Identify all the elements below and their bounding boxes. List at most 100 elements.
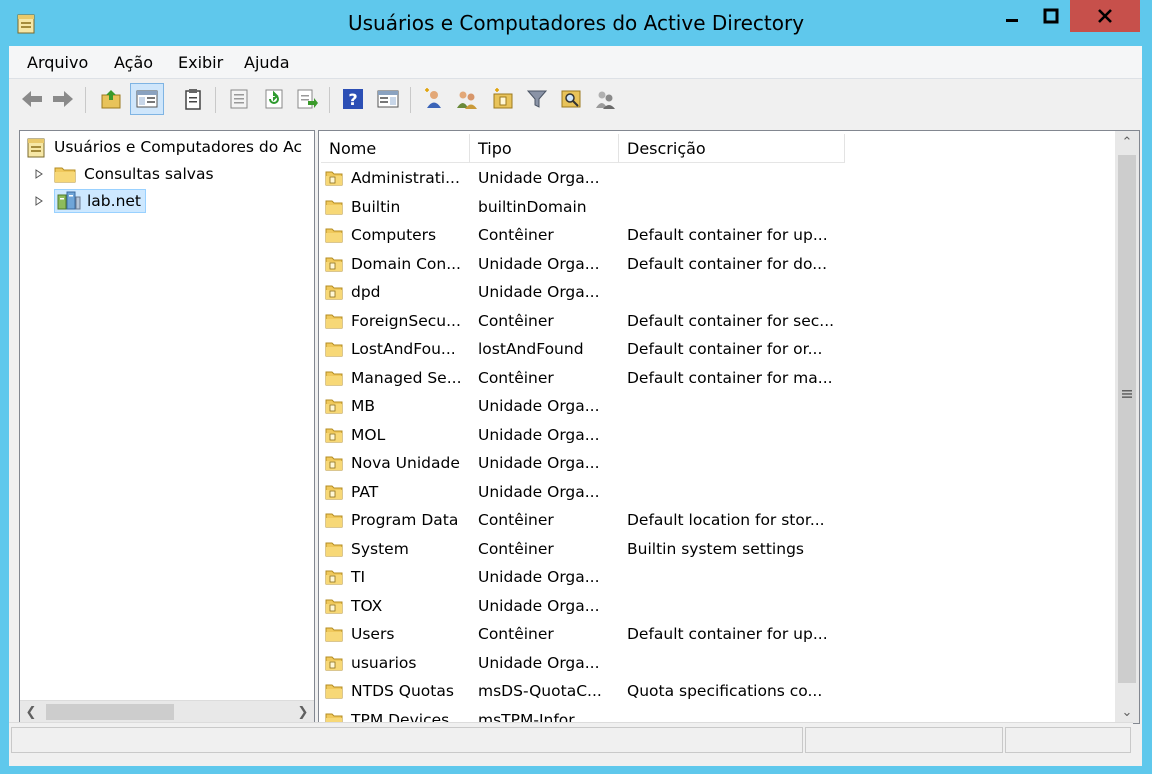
list-vertical-scrollbar[interactable]: ⌃ ⌄	[1115, 131, 1139, 723]
menu-bar: Arquivo Ação Exibir Ajuda	[9, 46, 1142, 79]
folder-icon	[325, 314, 343, 328]
close-button[interactable]	[1070, 0, 1140, 32]
forward-icon	[53, 91, 73, 107]
tree-item-label: lab.net	[87, 192, 142, 210]
tree-item-consultas-salvas[interactable]: Consultas salvas	[34, 161, 214, 187]
menu-exibir[interactable]: Exibir	[178, 53, 223, 72]
table-row[interactable]: ForeignSecu... Contêiner Default container…	[319, 307, 1105, 335]
organizational-unit-icon	[325, 456, 343, 471]
scrollbar-thumb[interactable]	[46, 704, 174, 720]
table-row[interactable]: dpd Unidade Orga...	[319, 278, 1105, 306]
table-row[interactable]: Managed Se... Contêiner Default container …	[319, 364, 1105, 392]
folder-icon	[325, 228, 343, 243]
properties-icon	[230, 89, 248, 109]
scroll-down-button[interactable]: ⌄	[1116, 701, 1138, 723]
row-type: Contêiner	[478, 539, 554, 558]
row-name: Administrati...	[351, 169, 460, 187]
expand-arrow-icon[interactable]	[34, 169, 44, 179]
action-pane-button[interactable]	[376, 87, 400, 111]
row-description: Default location for stor...	[627, 511, 825, 529]
scroll-up-button[interactable]: ⌃	[1116, 131, 1138, 153]
title-bar[interactable]: Usuários e Computadores do Active Direct…	[0, 0, 1152, 46]
table-row[interactable]: Users Contêiner Default container for up..…	[319, 620, 1105, 648]
column-header-tipo[interactable]: Tipo	[470, 134, 619, 163]
filter-icon	[526, 90, 548, 108]
chevron-left-icon: ❮	[25, 704, 37, 720]
row-type: Unidade Orga...	[478, 482, 600, 501]
table-row[interactable]: TPM Devices msTPM-Infor...	[319, 706, 1105, 723]
console-tree[interactable]: Usuários e Computadores do Ac Consultas …	[19, 130, 315, 724]
scroll-right-button[interactable]: ❯	[292, 701, 314, 723]
maximize-button[interactable]	[1034, 0, 1067, 32]
window-title: Usuários e Computadores do Active Direct…	[347, 11, 805, 35]
tree-horizontal-scrollbar[interactable]: ❮ ❯	[20, 700, 314, 723]
table-row[interactable]: MOL Unidade Orga...	[319, 421, 1105, 449]
clipboard-button[interactable]	[181, 87, 205, 111]
refresh-button[interactable]	[262, 87, 286, 111]
back-icon	[22, 91, 42, 107]
table-row[interactable]: System Contêiner Builtin system settings	[319, 535, 1105, 563]
domain-icon	[57, 191, 81, 210]
toolbar-separator	[410, 87, 411, 113]
svg-text:?: ?	[348, 90, 357, 109]
back-button[interactable]	[20, 87, 44, 111]
table-row[interactable]: PAT Unidade Orga...	[319, 478, 1105, 506]
details-list[interactable]: Nome Tipo Descrição Administrati... Unida…	[318, 130, 1140, 724]
menu-acao[interactable]: Ação	[114, 53, 153, 72]
properties-button[interactable]	[227, 87, 251, 111]
table-row[interactable]: Builtin builtinDomain	[319, 193, 1105, 221]
maximize-icon	[1043, 8, 1058, 24]
row-name: TOX	[351, 596, 383, 615]
table-row[interactable]: LostAndFou... lostAndFound Default contain…	[319, 335, 1105, 363]
tree-root-label: Usuários e Computadores do Ac	[54, 138, 303, 156]
up-one-level-button[interactable]	[99, 87, 123, 111]
table-row[interactable]: MB Unidade Orga...	[319, 392, 1105, 420]
export-list-button[interactable]	[295, 87, 319, 111]
row-type: Contêiner	[478, 226, 554, 244]
menu-ajuda[interactable]: Ajuda	[244, 53, 290, 72]
help-button[interactable]: ?	[341, 87, 365, 111]
new-user-button[interactable]	[422, 87, 446, 111]
organizational-unit-icon	[325, 428, 343, 442]
row-type: Contêiner	[478, 625, 554, 643]
delegate-control-button[interactable]	[594, 87, 618, 111]
table-row[interactable]: Program Data Contêiner Default location fo…	[319, 506, 1105, 534]
folder-icon	[325, 684, 343, 699]
table-row[interactable]: TI Unidade Orga...	[319, 563, 1105, 591]
table-row[interactable]: Domain Con... Unidade Orga... Default cont…	[319, 250, 1105, 278]
row-type: Unidade Orga...	[478, 283, 600, 301]
scrollbar-thumb[interactable]	[1118, 155, 1136, 683]
table-row[interactable]: Administrati... Unidade Orga...	[319, 164, 1105, 192]
table-row[interactable]: TOX Unidade Orga...	[319, 592, 1105, 620]
column-header-descricao[interactable]: Descrição	[619, 134, 845, 163]
expand-arrow-icon[interactable]	[34, 196, 44, 206]
table-row[interactable]: Nova Unidade Unidade Orga...	[319, 449, 1105, 477]
new-group-button[interactable]	[455, 87, 479, 111]
tree-root[interactable]: Usuários e Computadores do Ac	[26, 134, 302, 160]
row-type: Unidade Orga...	[478, 254, 600, 273]
list-body: Administrati... Unidade Orga... Builtin bui…	[319, 164, 1105, 723]
scroll-left-button[interactable]: ❮	[20, 701, 42, 723]
ad-root-icon	[27, 138, 45, 158]
table-row[interactable]: Computers Contêiner Default container for …	[319, 221, 1105, 249]
app-window: Usuários e Computadores do Active Direct…	[0, 0, 1152, 774]
help-icon: ?	[343, 89, 363, 109]
show-hide-console-tree-button[interactable]	[130, 83, 164, 115]
tree-item-lab-net[interactable]: lab.net	[34, 188, 147, 214]
table-row[interactable]: NTDS Quotas msDS-QuotaC... Quota specifica…	[319, 677, 1105, 705]
folder-icon	[325, 542, 343, 556]
organizational-unit-icon	[325, 285, 343, 300]
column-header-nome[interactable]: Nome	[321, 134, 470, 163]
table-row[interactable]: usuarios Unidade Orga...	[319, 649, 1105, 677]
new-ou-button[interactable]	[491, 87, 515, 111]
menu-arquivo[interactable]: Arquivo	[27, 53, 88, 72]
row-type: Unidade Orga...	[478, 653, 600, 672]
find-button[interactable]	[559, 87, 583, 111]
forward-button[interactable]	[51, 87, 75, 111]
row-name: ForeignSecu...	[351, 311, 461, 330]
new-group-icon	[457, 91, 477, 109]
row-description: Quota specifications co...	[627, 682, 823, 700]
delegate-icon	[596, 91, 615, 109]
minimize-button[interactable]	[992, 0, 1032, 32]
filter-button[interactable]	[525, 87, 549, 111]
